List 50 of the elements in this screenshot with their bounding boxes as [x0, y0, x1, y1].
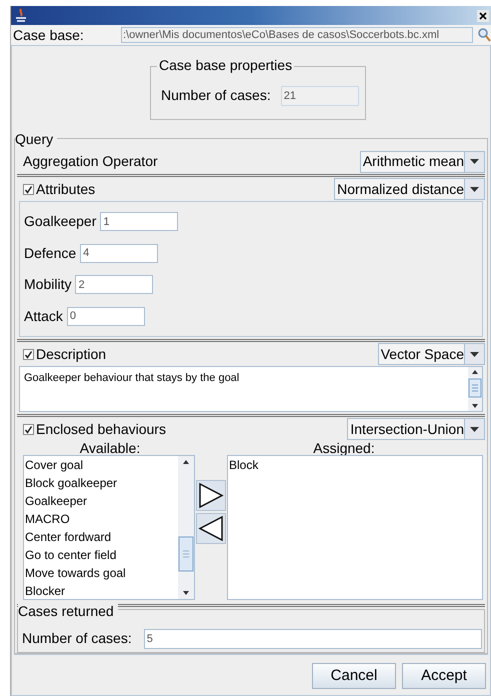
checkbox-label: Attributes: [36, 180, 96, 198]
search-icon[interactable]: [477, 27, 491, 43]
dialog-button[interactable]: Cancel: [312, 663, 396, 689]
caret-icon: [470, 186, 479, 192]
checkbox[interactable]: [23, 424, 34, 434]
attribute-field[interactable]: 1: [100, 212, 178, 232]
left-arrow-button[interactable]: [196, 513, 226, 544]
caret-icon: [470, 352, 479, 356]
checkbox-label: Description: [36, 344, 106, 364]
list-item[interactable]: Block: [229, 456, 482, 474]
checkbox[interactable]: [23, 184, 34, 194]
field-label: Number of cases:: [22, 629, 132, 648]
field-label: Defence: [24, 244, 76, 263]
list-item[interactable]: Block goalkeeper: [25, 474, 178, 492]
attribute-field[interactable]: 2: [75, 275, 154, 294]
field-label: Mobility: [24, 275, 72, 294]
number-of-cases-field[interactable]: 5: [144, 629, 482, 649]
app-icon: [14, 8, 28, 24]
checkbox[interactable]: [23, 348, 34, 360]
checkbox-label: Enclosed behaviours: [36, 420, 166, 438]
list-item[interactable]: Center fordward: [25, 528, 178, 546]
list-item[interactable]: Cover goal: [25, 456, 178, 474]
attribute-field[interactable]: 0: [66, 306, 145, 326]
list-box[interactable]: Block: [227, 455, 483, 600]
dropdown[interactable]: Vector Space: [378, 343, 485, 365]
list-item[interactable]: Go to center field: [25, 546, 178, 564]
aggregation-label: Aggregation Operator: [23, 152, 158, 171]
list-item[interactable]: MACRO: [25, 510, 178, 528]
right-arrow-button[interactable]: [196, 480, 226, 511]
list-heading: Available:: [80, 441, 140, 455]
case-base-field[interactable]: :\owner\Mis documentos\eCo\Bases de casos\Soccerbots.bc.xml: [121, 27, 473, 43]
dropdown[interactable]: Intersection-Union: [347, 418, 485, 440]
list-box[interactable]: Cover goal Block goalkeeper Goalkeeper MACRO Center fordward Go to center field Move towards goal Blocker: [23, 455, 195, 600]
number-of-cases-field[interactable]: 21: [280, 86, 359, 106]
list-item[interactable]: Move towards goal: [25, 564, 178, 582]
dialog-button[interactable]: Accept: [402, 663, 486, 689]
caret-icon: [470, 159, 479, 164]
case-base-label: Case base:: [12, 26, 85, 44]
caret-icon: [470, 426, 479, 432]
dropdown[interactable]: Normalized distance: [334, 178, 485, 200]
attribute-field[interactable]: 4: [80, 244, 158, 263]
dropdown[interactable]: Arithmetic mean: [360, 150, 485, 172]
field-label: Number of cases:: [161, 86, 271, 105]
close-icon[interactable]: [477, 10, 489, 22]
list-item[interactable]: Goalkeeper: [25, 492, 178, 510]
field-label: Attack: [24, 306, 63, 326]
list-heading: Assigned:: [313, 441, 375, 455]
field-label: Goalkeeper: [24, 212, 96, 232]
scrollbar[interactable]: [178, 456, 194, 599]
list-item[interactable]: Blocker: [25, 582, 178, 600]
